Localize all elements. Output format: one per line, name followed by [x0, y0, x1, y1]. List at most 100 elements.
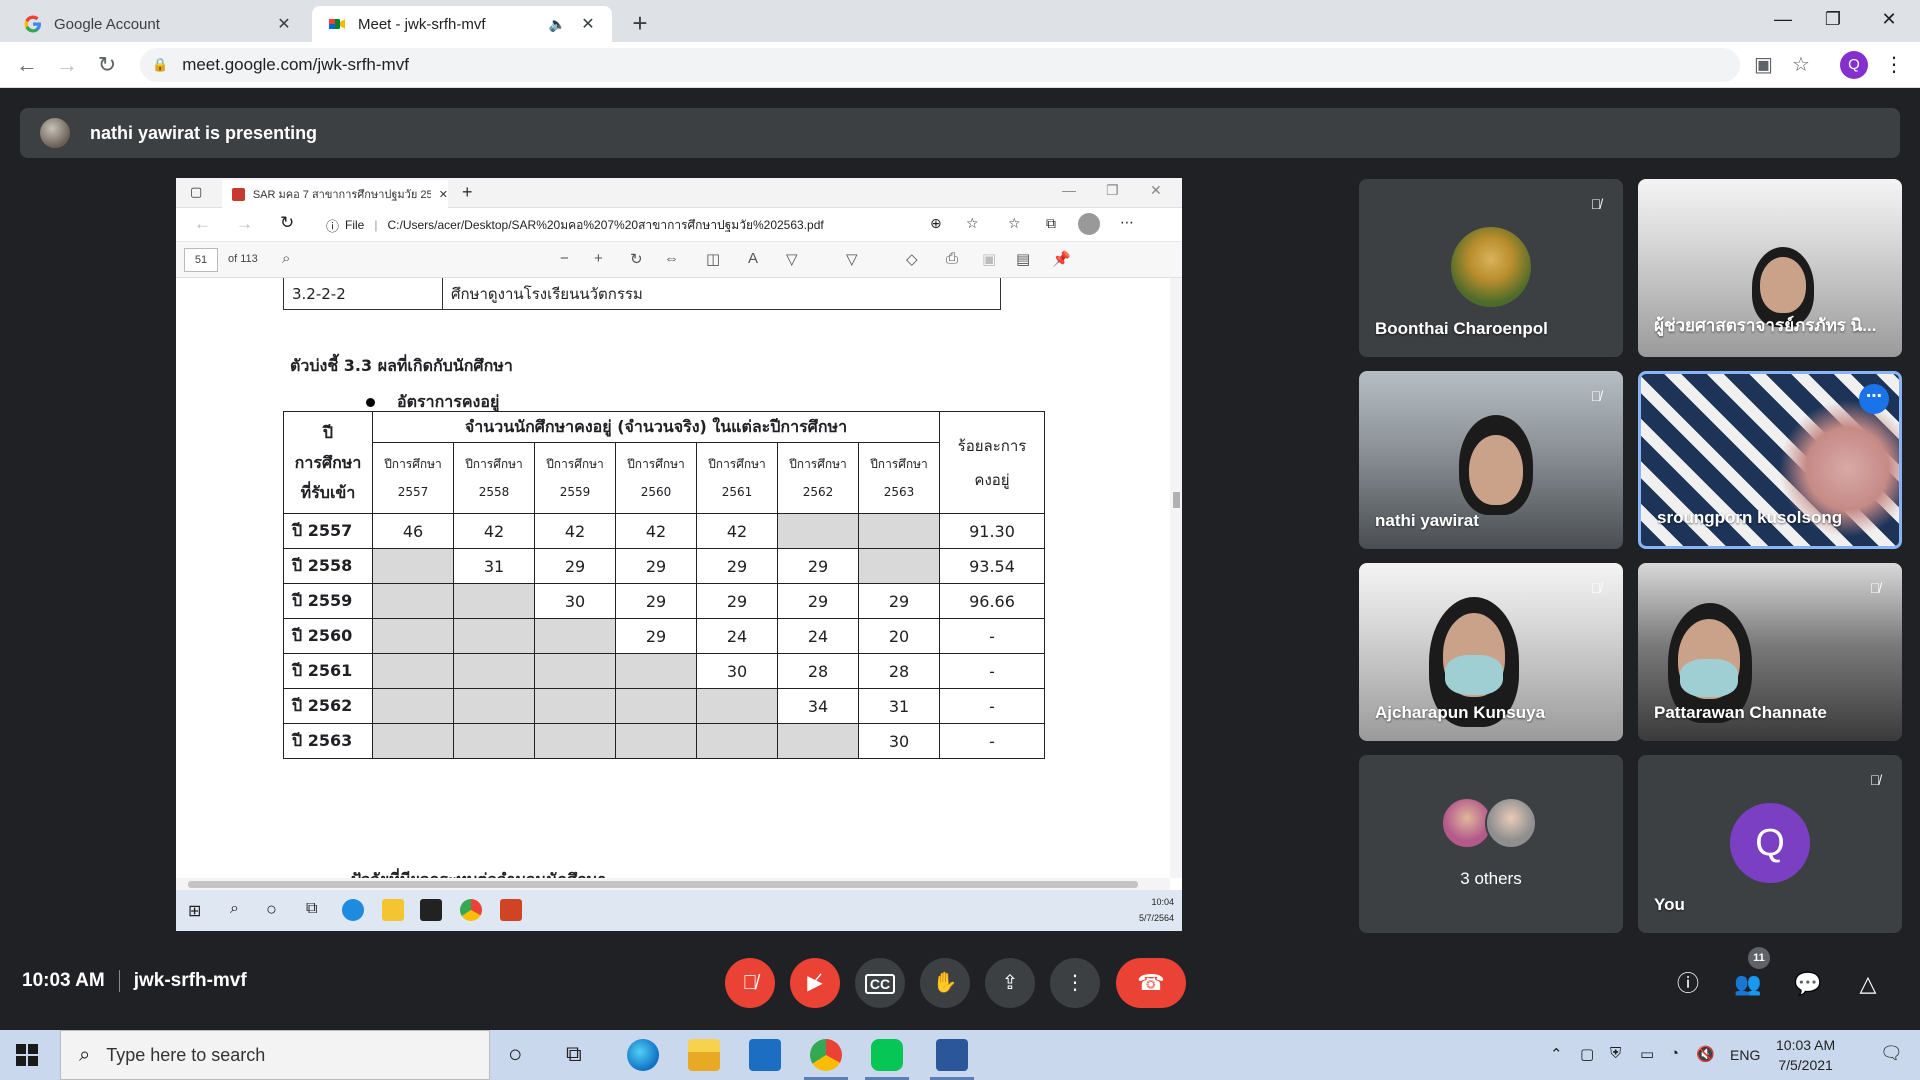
edge-tab-pdf: SAR มคอ 7 สาขาการศึกษาปฐมวัย 25 ✕	[222, 180, 448, 208]
chat-icon: 💬	[1794, 971, 1822, 996]
cortana-icon[interactable]: ○	[508, 1041, 523, 1069]
zoom-icon: ⊕	[930, 215, 942, 231]
rotate-icon: ↻	[630, 251, 643, 268]
mail-icon[interactable]	[749, 1039, 781, 1071]
mic-toggle-button[interactable]: 🎙̸	[725, 958, 775, 1008]
reload-icon[interactable]: ↻	[92, 50, 122, 80]
page-number-input: 51	[184, 248, 218, 272]
line-icon[interactable]	[865, 1039, 909, 1080]
tab-google-account[interactable]: Google Account ✕	[8, 6, 308, 42]
table-cell: 46	[372, 513, 454, 549]
participant-tile[interactable]: 🎙̸ nathi yawirat	[1359, 371, 1623, 549]
close-tab-icon[interactable]: ✕	[578, 14, 598, 34]
row-year: ปี 2562	[283, 688, 373, 724]
table-cell: 24	[696, 618, 778, 654]
search-icon: ⌕	[282, 250, 291, 267]
battery-icon[interactable]: ▭	[1640, 1045, 1654, 1063]
table-cell: 30	[696, 653, 778, 689]
table-cell: 28	[777, 653, 859, 689]
bullet-icon	[366, 398, 375, 407]
back-icon[interactable]: ←	[12, 50, 42, 80]
more-options-icon[interactable]: ⋯	[1859, 384, 1889, 414]
table-cell: 29	[696, 548, 778, 584]
participant-tile[interactable]: ⋯ sroungporn kusolsong	[1638, 371, 1902, 549]
mic-off-icon: 🎙̸	[742, 972, 758, 994]
participant-tile[interactable]: 🎙̸ Ajcharapun Kunsuya	[1359, 563, 1623, 741]
shared-screen[interactable]: ▢ SAR มคอ 7 สาขาการศึกษาปฐมวัย 25 ✕ + — …	[176, 178, 1182, 931]
year-header: ปี การศึกษา ที่รับเข้า	[283, 411, 373, 514]
camera-blocked-icon[interactable]: ▣	[1754, 52, 1773, 77]
table-cell: 42	[453, 513, 535, 549]
word-icon[interactable]	[930, 1039, 974, 1080]
captions-button[interactable]: CC	[855, 958, 905, 1008]
url-input[interactable]: 🔒 meet.google.com/jwk-srfh-mvf	[140, 48, 1740, 82]
minimize-icon[interactable]: —	[1760, 0, 1806, 38]
close-tab-icon[interactable]: ✕	[274, 14, 294, 34]
chat-button[interactable]: 💬	[1792, 968, 1824, 1000]
close-window-icon[interactable]: ✕	[1866, 0, 1912, 38]
table-cell: 30	[858, 723, 940, 759]
people-button[interactable]: 👥	[1732, 968, 1764, 1000]
taskbar-search-input[interactable]: ⌕ Type here to search	[60, 1030, 490, 1080]
table-cell	[453, 653, 535, 689]
pdf-icon	[232, 187, 245, 201]
present-button[interactable]: ⇪	[985, 958, 1035, 1008]
bookmark-star-icon[interactable]: ☆	[1792, 52, 1810, 77]
raise-hand-button[interactable]: ✋	[920, 958, 970, 1008]
language-indicator[interactable]: ENG	[1730, 1047, 1760, 1063]
chrome-icon	[460, 899, 482, 921]
table-cell	[534, 618, 616, 654]
more-menu-icon[interactable]: ⋮	[1884, 52, 1904, 77]
table-row: ปี 2563 30-	[283, 723, 1045, 759]
edge-icon[interactable]	[627, 1039, 659, 1071]
speaker-icon[interactable]: 🔈	[549, 16, 566, 33]
new-tab-button[interactable]: +	[624, 8, 656, 40]
table-cell	[453, 723, 535, 759]
tray-app-icon[interactable]: ▢	[1580, 1045, 1594, 1063]
highlight-icon: ▽	[846, 251, 858, 268]
table-cell	[372, 548, 454, 584]
tab-meet[interactable]: Meet - jwk-srfh-mvf 🔈 ✕	[312, 6, 612, 42]
presenting-text: nathi yawirat is presenting	[90, 122, 318, 143]
table-cell: 29	[615, 583, 697, 619]
print-icon: ⎙	[946, 250, 959, 267]
security-icon[interactable]: ⛨	[1610, 1045, 1621, 1062]
self-tile[interactable]: Q 🎙̸ You	[1638, 755, 1902, 933]
lock-icon[interactable]: 🔒	[152, 57, 168, 73]
table-cell: 29	[858, 583, 940, 619]
volume-muted-icon[interactable]: 🔇	[1696, 1045, 1715, 1063]
zoom-out-icon: −	[560, 250, 569, 267]
vertical-scrollbar	[1170, 278, 1182, 878]
tray-overflow-icon[interactable]: ⌃	[1550, 1045, 1563, 1063]
minimize-icon: —	[1062, 182, 1076, 198]
chrome-icon[interactable]	[804, 1039, 848, 1080]
meeting-details-button[interactable]: ⓘ	[1672, 968, 1704, 1000]
camera-toggle-button[interactable]: ▶̸	[790, 958, 840, 1008]
table-cell: 42	[696, 513, 778, 549]
wifi-icon[interactable]: ◔	[1670, 1045, 1679, 1062]
scroll-thumb	[1173, 492, 1180, 508]
others-tile[interactable]: 3 others	[1359, 755, 1623, 933]
more-options-button[interactable]: ⋮	[1050, 958, 1100, 1008]
leave-call-button[interactable]: ☎	[1116, 958, 1186, 1008]
windows-start-icon[interactable]	[16, 1044, 38, 1066]
participant-tile[interactable]: 🎙̸ Boonthai Charoenpol	[1359, 179, 1623, 357]
activities-button[interactable]: △	[1852, 968, 1884, 1000]
sub-header-year: ปีการศึกษา 2558	[453, 442, 535, 514]
table-cell: 24	[777, 618, 859, 654]
file-explorer-icon[interactable]	[688, 1039, 720, 1071]
maximize-icon[interactable]: ❐	[1810, 0, 1856, 38]
table-row: ปี 2561 30 28 28-	[283, 653, 1045, 689]
meet-logo-icon	[329, 19, 345, 29]
profile-avatar[interactable]: Q	[1840, 51, 1868, 79]
taskbar-clock[interactable]: 10:03 AM 7/5/2021	[1776, 1035, 1835, 1075]
forward-icon[interactable]: →	[52, 50, 82, 80]
row-year: ปี 2559	[283, 583, 373, 619]
task-view-icon[interactable]: ⧉	[566, 1041, 582, 1067]
participant-tile[interactable]: ผู้ช่วยศาสตราจารย์ภรภัทร นิ...	[1638, 179, 1902, 357]
participant-tile[interactable]: 🎙̸ Pattarawan Channate	[1638, 563, 1902, 741]
row-year: ปี 2563	[283, 723, 373, 759]
notifications-icon[interactable]: 🗨	[1880, 1043, 1903, 1064]
powerpoint-icon	[500, 899, 522, 921]
file-path: C:/Users/acer/Desktop/SAR%20มคอ%207%20สา…	[387, 217, 824, 232]
